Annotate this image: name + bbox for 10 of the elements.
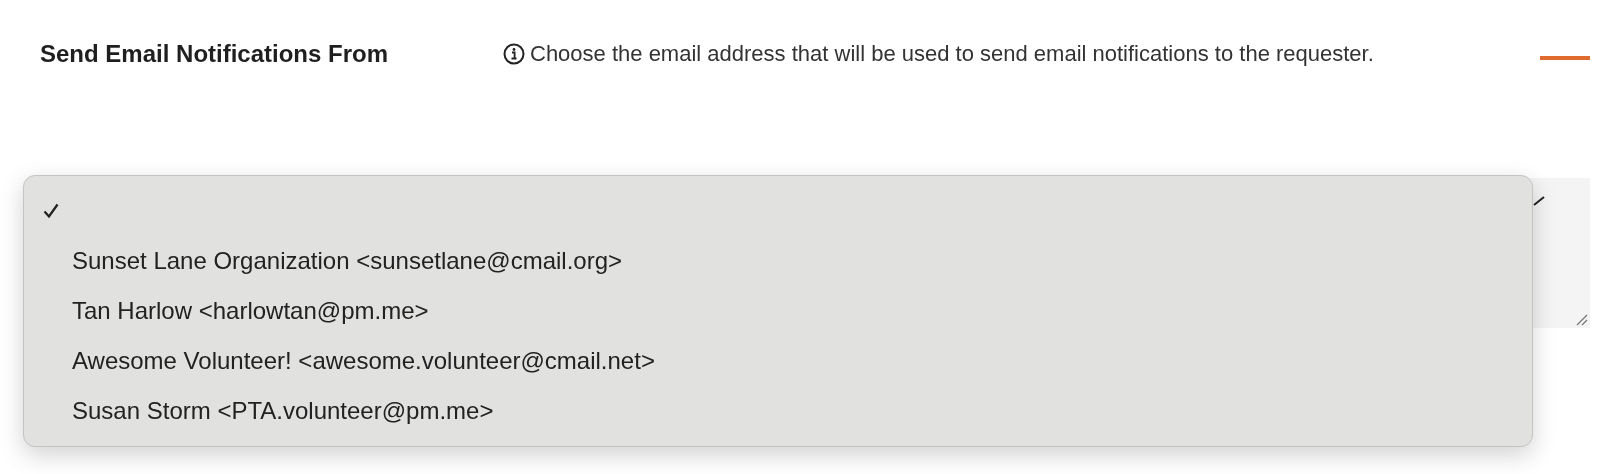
help-text: Choose the email address that will be used to send email notifications to the requester. (530, 40, 1374, 68)
menu-option[interactable]: Tan Harlow <harlowtan@pm.me> (24, 286, 1532, 336)
caret-icon (1532, 195, 1546, 207)
resize-handle-icon[interactable] (1574, 312, 1588, 326)
menu-option[interactable]: Susan Storm <PTA.volunteer@pm.me> (24, 386, 1532, 436)
info-icon (503, 43, 525, 65)
menu-option[interactable]: Sunset Lane Organization <sunsetlane@cmail.org> (24, 236, 1532, 286)
setting-label: Send Email Notifications From (40, 39, 390, 69)
checkmark-icon (42, 202, 60, 220)
menu-option[interactable]: Awesome Volunteer! <awesome.volunteer@cmail.net> (24, 336, 1532, 386)
